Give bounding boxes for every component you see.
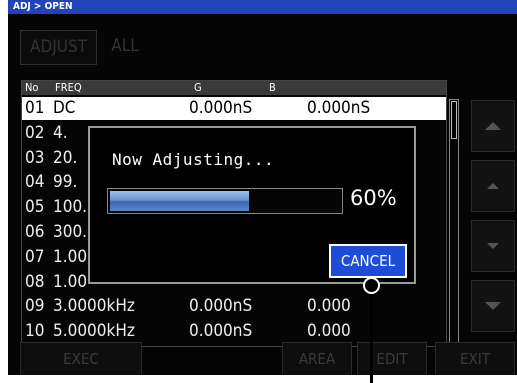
table-scrollbar[interactable] [449, 99, 459, 343]
row-no: 04 [25, 172, 45, 193]
row-g: 0.000nS [189, 321, 253, 342]
row-freq: 1.00 [53, 271, 88, 292]
progress-fill [110, 191, 249, 211]
scroll-up-button[interactable] [471, 160, 515, 212]
area-button[interactable]: AREA [282, 342, 352, 375]
double-up-icon [485, 122, 501, 130]
exec-button[interactable]: EXEC [20, 342, 142, 375]
column-header-freq: FREQ [55, 81, 82, 94]
row-freq: 4. [53, 122, 68, 143]
row-no: 02 [25, 122, 45, 143]
row-freq: 5.0000kHz [53, 321, 135, 342]
row-no: 09 [25, 296, 45, 317]
table-row[interactable]: 01 DC 0.000nS 0.000nS [22, 97, 446, 120]
row-freq: 20. [53, 147, 78, 168]
row-no: 08 [25, 271, 45, 292]
row-no: 01 [25, 98, 45, 118]
row-g: 0.000nS [189, 98, 253, 118]
up-icon [487, 183, 499, 189]
cancel-button[interactable]: CANCEL [329, 244, 407, 278]
dialog-title: Now Adjusting... [112, 150, 275, 169]
table-row[interactable]: 10 5.0000kHz 0.000nS 0.000 [22, 320, 446, 343]
callout-pointer-dot [363, 277, 380, 294]
exit-button[interactable]: EXIT [435, 342, 515, 375]
scroll-down-button[interactable] [471, 220, 515, 272]
row-no: 10 [25, 321, 45, 342]
tab-adjust[interactable]: ADJUST [20, 30, 97, 65]
instrument-screen: ADJ > OPEN ADJUST ALL No FREQ G B 01 DC 0.… [8, 0, 517, 375]
edit-button[interactable]: EDIT [357, 342, 427, 375]
column-header-no: No [25, 81, 39, 94]
row-b: 0.000 [307, 296, 351, 317]
page-down-button[interactable] [471, 280, 515, 332]
row-b: 0.000nS [307, 98, 371, 118]
page-up-button[interactable] [471, 100, 515, 152]
row-b: 0.000 [307, 321, 351, 342]
table-row[interactable]: 09 3.0000kHz 0.000nS 0.000 [22, 295, 446, 318]
row-no: 03 [25, 147, 45, 168]
row-freq: DC [53, 98, 76, 118]
row-freq: 100. [53, 197, 88, 218]
down-icon [487, 243, 499, 249]
adjusting-dialog: Now Adjusting... 60% CANCEL [88, 126, 416, 284]
progress-bar [107, 188, 343, 214]
row-freq: 300. [53, 222, 88, 242]
column-header-b: B [269, 81, 276, 94]
table-header: No FREQ G B [22, 81, 446, 95]
row-g: 0.000nS [189, 296, 253, 317]
row-freq: 99. [53, 172, 78, 193]
row-no: 07 [25, 246, 45, 267]
scrollbar-thumb[interactable] [451, 101, 457, 139]
row-no: 05 [25, 197, 45, 218]
double-down-icon [485, 302, 501, 310]
row-freq: 1.00 [53, 246, 88, 267]
breadcrumb: ADJ > OPEN [8, 0, 517, 14]
tab-all[interactable]: ALL [100, 30, 150, 63]
row-no: 06 [25, 222, 45, 242]
column-header-g: G [194, 81, 202, 94]
callout-pointer-line [370, 283, 373, 383]
row-freq: 3.0000kHz [53, 296, 135, 317]
progress-percent: 60% [350, 186, 397, 210]
